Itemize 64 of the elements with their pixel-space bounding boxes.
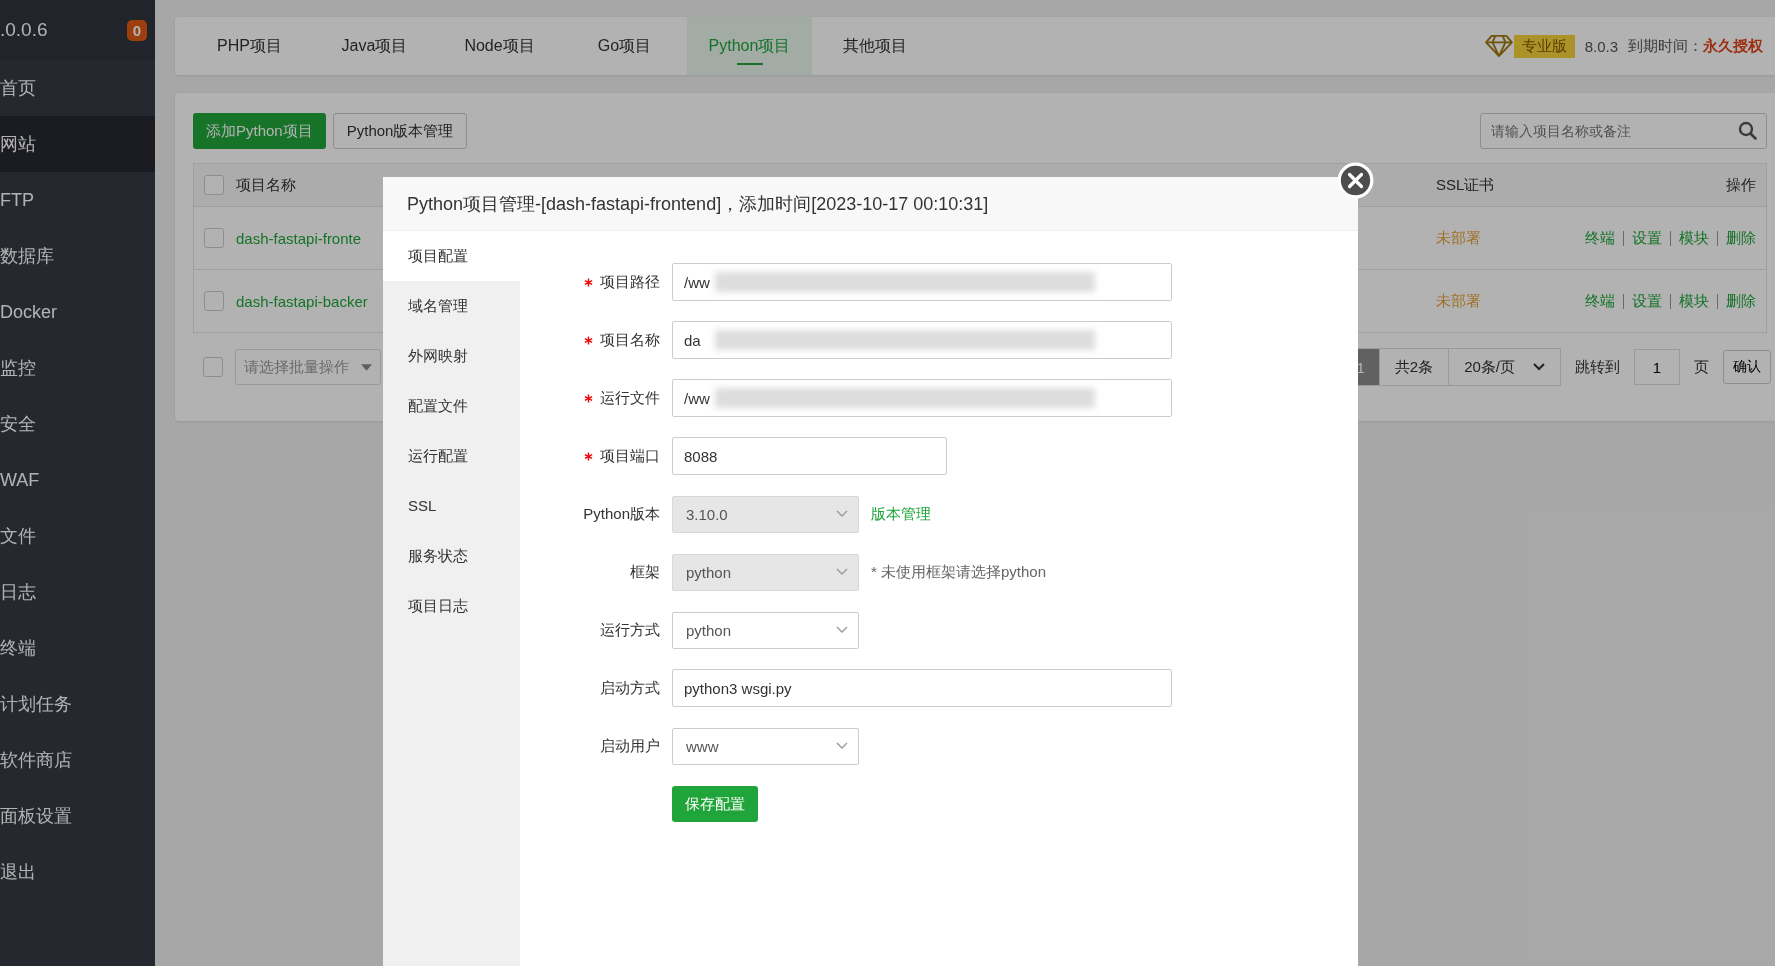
nav-item[interactable]: SSL [383, 481, 520, 531]
field-label: Python版本 [583, 504, 660, 524]
nav-item[interactable]: 服务状态 [383, 531, 520, 581]
sidebar-item[interactable]: 网站 [0, 116, 155, 172]
nav-item[interactable]: 外网映射 [383, 331, 520, 381]
expiry-label: 到期时间： [1628, 36, 1703, 56]
select-field[interactable]: python [672, 611, 859, 649]
sidebar-item[interactable]: 安全 [0, 396, 155, 452]
input-field[interactable]: /ww [672, 379, 1172, 417]
input-field[interactable]: /ww [672, 263, 1172, 301]
field-label: 项目端口 [600, 446, 660, 466]
sidebar-item[interactable]: 终端 [0, 620, 155, 676]
sidebar-item[interactable]: 日志 [0, 564, 155, 620]
sidebar-item[interactable]: 数据库 [0, 228, 155, 284]
hint-text: * 未使用框架请选择python [871, 562, 1047, 582]
select-field[interactable]: www [672, 727, 859, 765]
field-label: 启动方式 [600, 678, 660, 698]
field-label: 启动用户 [600, 736, 660, 756]
sidebar-item[interactable]: 文件 [0, 508, 155, 564]
tab[interactable]: Go项目 [562, 17, 687, 75]
tab[interactable]: PHP项目 [187, 17, 312, 75]
page-input[interactable]: 1 [1634, 349, 1680, 385]
nav-item[interactable]: 域名管理 [383, 281, 520, 331]
nav-item[interactable]: 项目配置 [383, 231, 520, 281]
ssl-status: 未部署 [1436, 291, 1482, 311]
column-header: 项目名称 [236, 175, 296, 195]
toolbar-button[interactable]: Python版本管理 [332, 113, 468, 149]
tab[interactable]: Java项目 [312, 17, 437, 75]
column-header: 操作 [1725, 175, 1757, 195]
input-field[interactable]: da [672, 321, 1172, 359]
expiry-value: 永久授权 [1703, 36, 1763, 56]
input-field[interactable]: python3 wsgi.py [672, 669, 1172, 707]
sidebar-item[interactable]: 监控 [0, 340, 155, 396]
sidebar-item[interactable]: 首页 [0, 60, 155, 116]
nav-item[interactable]: 项目日志 [383, 581, 520, 631]
search-field[interactable]: 请输入项目名称或备注 [1480, 113, 1767, 149]
column-header: SSL证书 [1436, 175, 1496, 195]
sidebar-item[interactable]: 退出 [0, 844, 155, 900]
goto-label: 跳转到 [1575, 357, 1620, 377]
confirm-button[interactable]: 确认 [1723, 350, 1771, 384]
nav-item[interactable]: 配置文件 [383, 381, 520, 431]
field-label: 框架 [630, 562, 660, 582]
sidebar-item[interactable]: Docker [0, 284, 155, 340]
version-text: 8.0.3 [1584, 37, 1618, 55]
total-count: 共2条 [1378, 349, 1449, 385]
ssl-status: 未部署 [1436, 228, 1482, 248]
sidebar-item[interactable]: WAF [0, 452, 155, 508]
page-unit: 页 [1694, 357, 1709, 377]
sidebar-item[interactable]: 软件商店 [0, 732, 155, 788]
field-label: 运行方式 [600, 620, 660, 640]
tab[interactable]: 其他项目 [812, 17, 937, 75]
panel-address: .0.0.6 [0, 19, 48, 41]
nav-item[interactable]: 运行配置 [383, 431, 520, 481]
field-label: 项目名称 [600, 330, 660, 350]
sidebar-item[interactable]: FTP [0, 172, 155, 228]
modal-title: Python项目管理-[dash-fastapi-frontend]，添加时间[2023-10-17 00:10:31] [407, 192, 989, 216]
sidebar-item[interactable]: 面板设置 [0, 788, 155, 844]
field-label: 项目路径 [600, 272, 660, 292]
page-size-select[interactable]: 20条/页 [1448, 349, 1560, 385]
edition-badge: 专业版 [1513, 34, 1575, 58]
input-field[interactable]: 8088 [672, 437, 947, 475]
tab[interactable]: Node项目 [437, 17, 562, 75]
field-label: 运行文件 [600, 388, 660, 408]
sidebar-item[interactable]: 计划任务 [0, 676, 155, 732]
